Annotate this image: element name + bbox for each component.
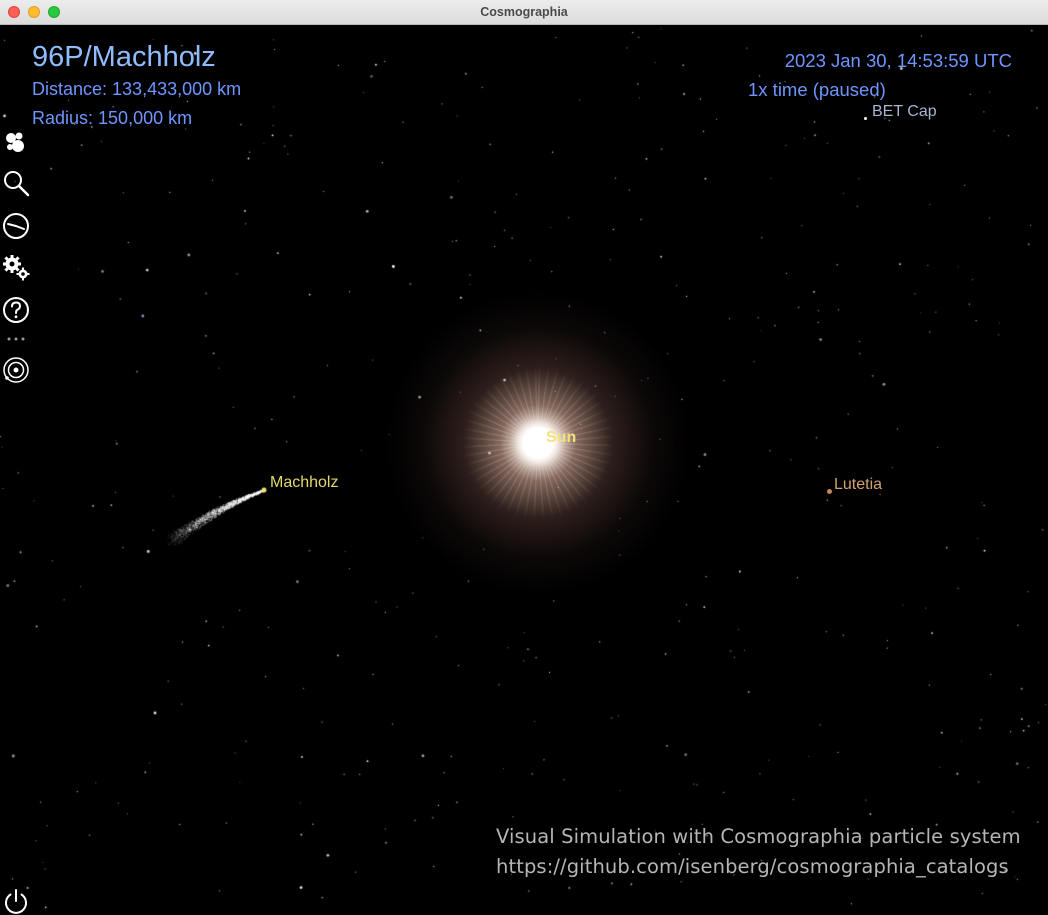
selected-object-name: 96P/Machholz bbox=[32, 41, 216, 73]
credit-line-2: https://github.com/isenberg/cosmographia… bbox=[496, 855, 1009, 878]
bet-cap-star[interactable] bbox=[864, 117, 867, 120]
planets-icon[interactable] bbox=[2, 128, 30, 156]
clock-icon[interactable] bbox=[2, 212, 30, 240]
object-radius: Radius: 150,000 km bbox=[32, 108, 193, 128]
time-rate-status: 1x time (paused) bbox=[748, 79, 886, 100]
orbit-icon[interactable] bbox=[2, 356, 30, 384]
ellipsis-icon[interactable] bbox=[2, 332, 30, 346]
lutetia-label[interactable]: Lutetia bbox=[834, 476, 882, 494]
gears-icon[interactable] bbox=[2, 253, 30, 281]
comet-machholz-tail bbox=[160, 475, 280, 555]
title-bar[interactable]: Cosmographia bbox=[0, 0, 1048, 25]
sun-label[interactable]: Sun bbox=[546, 429, 576, 447]
search-icon[interactable] bbox=[2, 169, 30, 197]
simulation-datetime: 2023 Jan 30, 14:53:59 UTC bbox=[784, 50, 1012, 71]
lutetia-marker[interactable] bbox=[827, 489, 832, 494]
app-window: Cosmographia Sun Machholz Lutetia BET Ca… bbox=[0, 0, 1048, 915]
machholz-label[interactable]: Machholz bbox=[270, 474, 338, 492]
object-distance: Distance: 133,433,000 km bbox=[32, 79, 242, 99]
help-icon[interactable] bbox=[2, 296, 30, 324]
space-viewport[interactable]: Sun Machholz Lutetia BET Cap 96P/Machhol… bbox=[0, 25, 1048, 915]
credit-line-1: Visual Simulation with Cosmographia part… bbox=[496, 825, 1021, 848]
window-title: Cosmographia bbox=[480, 5, 568, 19]
bet-cap-label[interactable]: BET Cap bbox=[872, 103, 937, 121]
power-icon[interactable] bbox=[2, 887, 30, 915]
